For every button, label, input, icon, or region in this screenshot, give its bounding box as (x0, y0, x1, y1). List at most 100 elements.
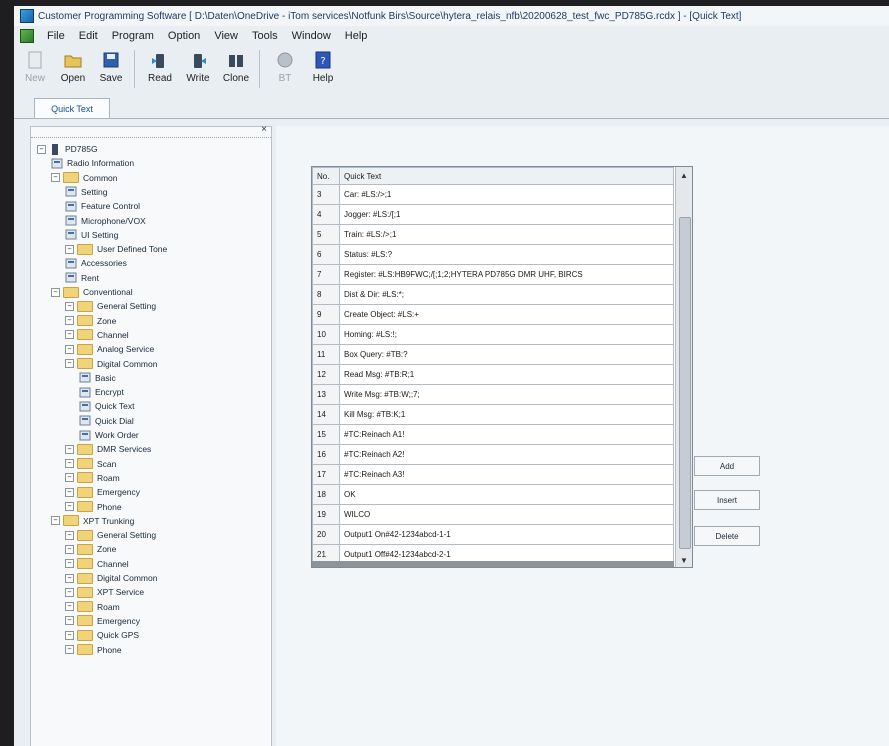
table-row[interactable]: 4 Jogger: #LS:/[;1 (312, 204, 674, 225)
table-row[interactable]: 15 #TC:Reinach A1! (312, 424, 674, 445)
add-button[interactable]: Add (694, 456, 760, 476)
table-row[interactable]: 10 Homing: #LS:!; (312, 324, 674, 345)
quick-text-cell[interactable]: Status: #LS:? (339, 244, 674, 265)
expand-toggle-icon[interactable]: − (65, 559, 74, 569)
tree-node[interactable]: − Emergency (65, 614, 140, 628)
tree-node[interactable]: − Phone (65, 643, 122, 657)
tree-node[interactable]: Radio Information (51, 156, 134, 170)
tree-node[interactable]: UI Setting (65, 228, 118, 242)
quick-text-cell[interactable]: Car: #LS:/>;1 (339, 184, 674, 205)
tree-node[interactable]: Feature Control (65, 199, 140, 213)
tree-node[interactable]: Accessories (65, 256, 127, 270)
expand-toggle-icon[interactable]: − (65, 502, 74, 511)
expand-toggle-icon[interactable]: − (65, 645, 74, 654)
tree-node[interactable]: − XPT Service (65, 585, 144, 599)
tree-node[interactable]: − Roam (65, 471, 120, 485)
insert-button[interactable]: Insert (694, 490, 760, 510)
expand-toggle-icon[interactable]: − (51, 173, 60, 183)
table-row[interactable]: 3 Car: #LS:/>;1 (312, 184, 674, 205)
document-icon[interactable] (20, 29, 34, 43)
tree-node[interactable]: − DMR Services (65, 442, 151, 456)
table-row[interactable]: 19 WILCO (312, 504, 674, 525)
quick-text-cell[interactable]: Register: #LS:HB9FWC;/[;1;2;HYTERA PD785… (339, 264, 674, 285)
expand-toggle-icon[interactable]: − (65, 602, 74, 612)
tree-node[interactable]: Quick Dial (79, 414, 134, 428)
expand-toggle-icon[interactable]: − (65, 573, 74, 583)
quick-text-cell[interactable]: #TC:Reinach A3! (339, 464, 674, 485)
table-row[interactable]: 9 Create Object: #LS:+ (312, 304, 674, 325)
help-button[interactable]: ? Help (306, 50, 340, 84)
tree-node[interactable]: − Analog Service (65, 342, 154, 356)
clone-button[interactable]: Clone (219, 50, 253, 84)
expand-toggle-icon[interactable]: − (65, 459, 74, 469)
scrollbar-thumb[interactable] (679, 217, 691, 549)
tree-node[interactable]: − Emergency (65, 485, 140, 499)
expand-toggle-icon[interactable]: − (65, 530, 74, 540)
expand-toggle-icon[interactable]: − (65, 473, 74, 483)
table-row[interactable]: 14 Kill Msg: #TB:K;1 (312, 404, 674, 425)
tree-node[interactable]: Setting (65, 185, 107, 199)
quick-text-cell[interactable]: Output1 On#42-1234abcd-1-1 (339, 524, 674, 545)
expand-toggle-icon[interactable]: − (51, 287, 60, 297)
tree-node[interactable]: − Quick GPS (65, 628, 139, 642)
menu-tools[interactable]: Tools (245, 30, 285, 42)
table-row[interactable]: 13 Write Msg: #TB:W;;7; (312, 384, 674, 405)
tree-node[interactable]: Work Order (79, 428, 139, 442)
expand-toggle-icon[interactable]: − (65, 244, 74, 254)
table-row[interactable]: 8 Dist & Dir: #LS:*; (312, 284, 674, 305)
expand-toggle-icon[interactable]: − (65, 587, 74, 597)
quick-text-cell[interactable]: Dist & Dir: #LS:*; (339, 284, 674, 305)
horizontal-scrollbar[interactable] (312, 561, 674, 567)
tree-node[interactable]: Encrypt (79, 385, 124, 399)
expand-toggle-icon[interactable]: − (51, 516, 60, 526)
read-button[interactable]: Read (143, 50, 177, 84)
tree-node[interactable]: − Phone (65, 500, 122, 514)
tree-node[interactable]: − Scan (65, 457, 116, 471)
tree-node[interactable]: − Digital Common (65, 571, 157, 585)
tree-node[interactable]: Rent (65, 271, 99, 285)
table-row[interactable]: 11 Box Query: #TB:? (312, 344, 674, 365)
expand-toggle-icon[interactable]: − (65, 344, 74, 354)
tree-node[interactable]: − Conventional (51, 285, 133, 299)
table-row[interactable]: 12 Read Msg: #TB:R;1 (312, 364, 674, 385)
write-button[interactable]: Write (181, 50, 215, 84)
open-button[interactable]: Open (56, 50, 90, 84)
quick-text-cell[interactable]: OK (339, 484, 674, 505)
tree-node[interactable]: − PD785G (37, 142, 98, 156)
expand-toggle-icon[interactable]: − (65, 630, 74, 640)
menu-option[interactable]: Option (161, 30, 207, 42)
quick-text-cell[interactable]: Box Query: #TB:? (339, 344, 674, 365)
quick-text-cell[interactable]: Read Msg: #TB:R;1 (339, 364, 674, 385)
close-icon[interactable]: × (261, 124, 267, 135)
vertical-scrollbar[interactable]: ▲ ▼ (675, 167, 692, 567)
expand-toggle-icon[interactable]: − (37, 144, 46, 154)
tree-node[interactable]: − Channel (65, 328, 129, 342)
table-row[interactable]: 17 #TC:Reinach A3! (312, 464, 674, 485)
tree-node[interactable]: − Roam (65, 600, 120, 614)
menu-window[interactable]: Window (285, 30, 338, 42)
quick-text-cell[interactable]: Train: #LS:/>;1 (339, 224, 674, 245)
table-row[interactable]: 16 #TC:Reinach A2! (312, 444, 674, 465)
menu-file[interactable]: File (40, 30, 72, 42)
quick-text-cell[interactable]: WILCO (339, 504, 674, 525)
quick-text-cell[interactable]: Kill Msg: #TB:K;1 (339, 404, 674, 425)
quick-text-cell[interactable]: Homing: #LS:!; (339, 324, 674, 345)
save-button[interactable]: Save (94, 50, 128, 84)
expand-toggle-icon[interactable]: − (65, 487, 74, 497)
expand-toggle-icon[interactable]: − (65, 330, 74, 340)
menu-program[interactable]: Program (105, 30, 161, 42)
table-row[interactable]: 20 Output1 On#42-1234abcd-1-1 (312, 524, 674, 545)
tree-node[interactable]: − XPT Trunking (51, 514, 134, 528)
tree-node[interactable]: − General Setting (65, 299, 156, 313)
scroll-down-icon[interactable]: ▼ (676, 556, 692, 565)
table-row[interactable]: 5 Train: #LS:/>;1 (312, 224, 674, 245)
tree-node[interactable]: − Digital Common (65, 357, 157, 371)
expand-toggle-icon[interactable]: − (65, 316, 74, 326)
table-row[interactable]: 7 Register: #LS:HB9FWC;/[;1;2;HYTERA PD78… (312, 264, 674, 285)
tree-node[interactable]: − Zone (65, 314, 116, 328)
table-row[interactable]: 18 OK (312, 484, 674, 505)
tree-node[interactable]: − Common (51, 171, 117, 185)
expand-toggle-icon[interactable]: − (65, 301, 74, 311)
tree-node[interactable]: − Zone (65, 542, 116, 556)
menu-view[interactable]: View (207, 30, 245, 42)
